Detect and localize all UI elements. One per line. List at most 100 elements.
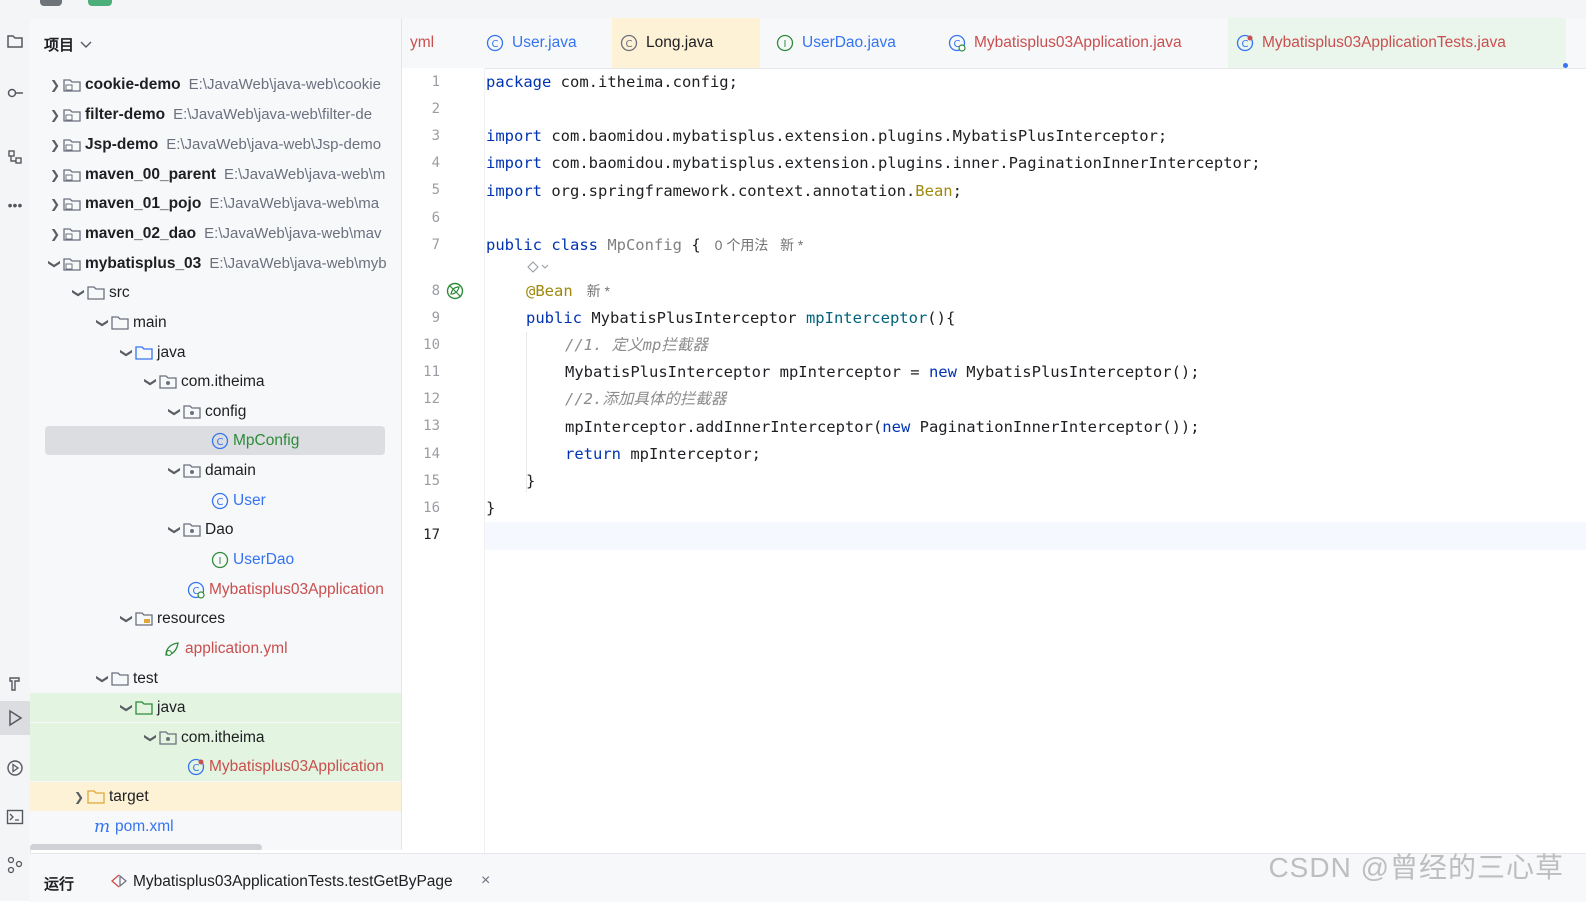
tree-module-maven-01-pojo[interactable]: ❯ maven_01_pojo E:\JavaWeb\java-web\ma [30, 189, 401, 218]
run-tool-icon[interactable] [0, 701, 30, 735]
chevron-right-icon[interactable]: ❯ [48, 168, 62, 182]
tab-long-java[interactable]: C Long.java [612, 18, 760, 68]
ai-hint-icon[interactable] [526, 260, 552, 277]
tree-package-com-itheima[interactable]: ❯ com.itheima [30, 367, 401, 396]
commit-icon[interactable] [0, 78, 30, 108]
structure-icon[interactable] [0, 142, 30, 172]
tree-folder-resources[interactable]: ❯ resources [30, 604, 401, 633]
tree-label: filter-demo [85, 105, 166, 123]
tree-package-test-com-itheima[interactable]: ❯ com.itheima [30, 723, 401, 752]
tab-label: yml [410, 34, 435, 51]
code-line: public MybatisPlusInterceptor mpIntercep… [526, 309, 956, 327]
chevron-right-icon[interactable]: ❯ [72, 790, 86, 804]
tree-file-user[interactable]: C User [30, 486, 401, 515]
tree-file-mpconfig[interactable]: C MpConfig [30, 426, 401, 455]
horizontal-scrollbar[interactable] [30, 844, 262, 850]
chevron-down-icon[interactable]: ❯ [72, 286, 86, 300]
tree-module-filter-demo[interactable]: ❯ filter-demo E:\JavaWeb\java-web\filter… [30, 100, 401, 129]
tab-application-tests-java[interactable]: C Mybatisplus03ApplicationTests.java [1228, 18, 1566, 68]
tree-label: com.itheima [181, 728, 265, 746]
chevron-right-icon[interactable]: ❯ [48, 197, 62, 211]
git-icon[interactable] [0, 850, 30, 880]
tree-module-cookie-demo[interactable]: ❯ cookie-demo E:\JavaWeb\java-web\cookie [30, 70, 401, 99]
line-number: 12 [423, 391, 440, 407]
services-icon[interactable] [0, 753, 30, 783]
chevron-down-icon[interactable]: ❯ [168, 523, 182, 537]
chevron-down-icon[interactable]: ❯ [144, 375, 158, 389]
svg-text:I: I [784, 39, 787, 50]
tree-label: config [205, 402, 247, 420]
chevron-down-icon[interactable]: ❯ [120, 346, 134, 360]
tree-label: main [133, 313, 167, 331]
chevron-down-icon[interactable]: ❯ [144, 731, 158, 745]
chevron-right-icon[interactable]: ❯ [48, 78, 62, 92]
chevron-right-icon[interactable]: ❯ [48, 227, 62, 241]
tab-userdao-java[interactable]: I UserDao.java [768, 18, 896, 68]
tree-folder-main[interactable]: ❯ main [30, 308, 401, 337]
tab-application-java[interactable]: C Mybatisplus03Application.java [940, 18, 1182, 68]
tree-file-application[interactable]: C Mybatisplus03Application [30, 575, 401, 604]
project-tool-icon[interactable] [0, 26, 30, 56]
tree-file-userdao[interactable]: I UserDao [30, 545, 401, 574]
tree-label: java [157, 698, 186, 716]
tree-label: Jsp-demo [85, 135, 159, 153]
tab-yml[interactable]: yml [402, 18, 434, 68]
chevron-down-icon[interactable]: ❯ [120, 612, 134, 626]
tree-folder-test[interactable]: ❯ test [30, 664, 401, 693]
tab-label: User.java [512, 34, 577, 51]
tree-module-mybatisplus-03[interactable]: ❯ mybatisplus_03 E:\JavaWeb\java-web\myb [30, 249, 401, 278]
tree-file-pom[interactable]: m pom.xml [30, 812, 401, 841]
tree-label: MpConfig [233, 431, 300, 449]
tree-file-application-yml[interactable]: application.yml [30, 634, 401, 663]
more-tools-icon[interactable]: ••• [0, 190, 30, 220]
usage-hint[interactable]: 0 个用法 新 * [715, 237, 804, 253]
project-badge-icon[interactable] [88, 0, 112, 6]
tree-module-maven-00-parent[interactable]: ❯ maven_00_parent E:\JavaWeb\java-web\m [30, 160, 401, 189]
package-icon [182, 403, 202, 421]
author-hint[interactable]: 新 * [587, 283, 610, 299]
chevron-right-icon[interactable]: ❯ [48, 108, 62, 122]
tree-folder-src[interactable]: ❯ src [30, 278, 401, 307]
project-panel-header[interactable]: 项目 [44, 34, 92, 55]
tree-package-dao[interactable]: ❯ Dao [30, 515, 401, 544]
tree-label: maven_00_parent [85, 165, 216, 183]
chevron-down-icon[interactable]: ❯ [120, 701, 134, 715]
tree-folder-test-java[interactable]: ❯ java [30, 693, 401, 722]
module-folder-icon [62, 225, 82, 243]
excluded-folder-icon [86, 788, 106, 806]
chevron-down-icon[interactable]: ❯ [168, 405, 182, 419]
code-line: package com.itheima.config; [486, 73, 738, 91]
project-panel: 项目 ❯ cookie-demo E:\JavaWeb\java-web\coo… [30, 18, 402, 850]
chevron-right-icon[interactable]: ❯ [48, 138, 62, 152]
chevron-down-icon[interactable]: ❯ [96, 316, 110, 330]
line-number: 16 [423, 500, 440, 516]
tree-package-damain[interactable]: ❯ damain [30, 456, 401, 485]
tree-folder-target[interactable]: ❯ target [30, 782, 401, 811]
run-config-label[interactable]: Mybatisplus03ApplicationTests.testGetByP… [133, 873, 453, 891]
close-icon[interactable]: × [481, 872, 490, 890]
chevron-down-icon[interactable]: ❯ [96, 672, 110, 686]
test-run-icon [110, 873, 128, 894]
chevron-down-icon[interactable]: ❯ [48, 257, 62, 271]
build-icon[interactable] [0, 668, 30, 698]
module-folder-icon [62, 195, 82, 213]
tree-label: User [233, 491, 266, 509]
tree-package-config[interactable]: ❯ config [30, 397, 401, 426]
tree-folder-java[interactable]: ❯ java [30, 338, 401, 367]
chevron-down-icon[interactable]: ❯ [168, 464, 182, 478]
code-editor[interactable]: package com.itheima.config; import com.b… [486, 68, 1586, 853]
module-folder-icon [62, 166, 82, 184]
terminal-icon[interactable] [0, 802, 30, 832]
tree-label: Mybatisplus03Application [209, 757, 384, 775]
menu-icon[interactable] [40, 0, 62, 6]
run-tab-label[interactable]: 运行 [44, 873, 74, 894]
tree-module-jsp-demo[interactable]: ❯ Jsp-demo E:\JavaWeb\java-web\Jsp-demo [30, 130, 401, 159]
svg-text:C: C [1242, 39, 1249, 50]
tree-module-maven-02-dao[interactable]: ❯ maven_02_dao E:\JavaWeb\java-web\mav [30, 219, 401, 248]
tab-label: Mybatisplus03ApplicationTests.java [1262, 34, 1506, 51]
tab-label: Mybatisplus03Application.java [974, 34, 1182, 51]
tree-file-application-tests[interactable]: C Mybatisplus03Application [30, 752, 401, 781]
bean-gutter-icon[interactable] [446, 282, 464, 305]
tab-user-java[interactable]: C User.java [478, 18, 577, 68]
class-icon: C [210, 492, 230, 510]
